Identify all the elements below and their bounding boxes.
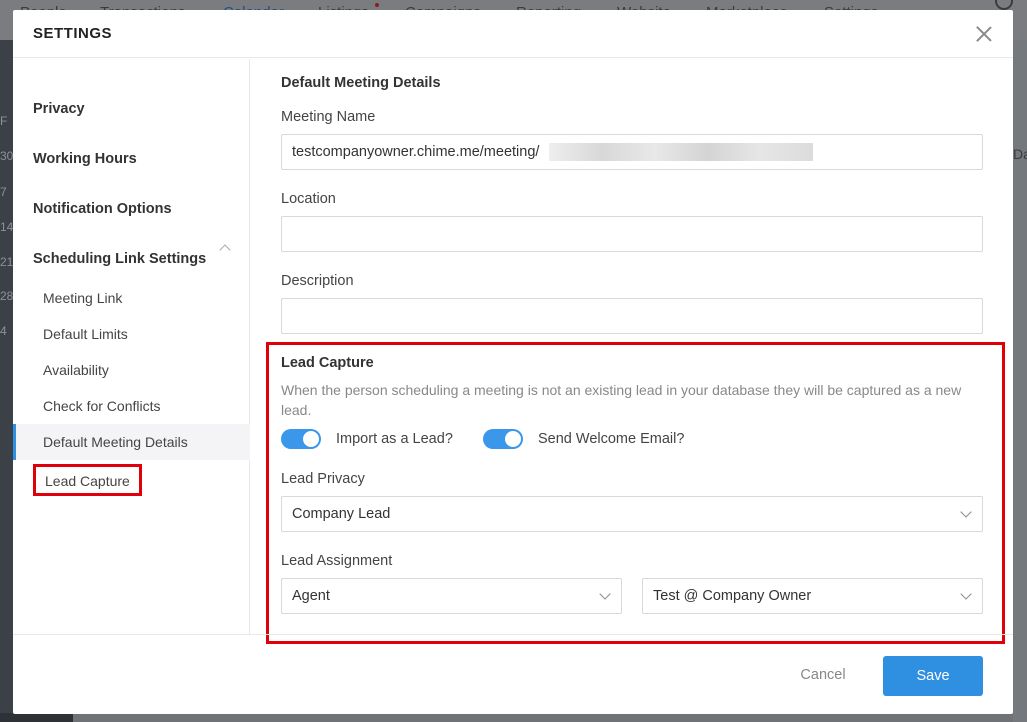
bg-rail-label: F [0, 114, 8, 128]
sidebar-item-privacy[interactable]: Privacy [33, 101, 85, 117]
bg-right-text: Da [1013, 146, 1027, 162]
lead-capture-highlight-box [266, 342, 1005, 644]
background-right-column [1013, 40, 1027, 722]
cancel-button[interactable]: Cancel [777, 663, 869, 687]
meeting-name-label: Meeting Name [281, 109, 376, 125]
background-left-rail: F 30 7 14 21 28 4 [0, 40, 14, 722]
chevron-up-icon [219, 244, 231, 256]
settings-modal: SETTINGS Privacy Working Hours Notificat… [13, 10, 1013, 714]
description-input[interactable] [281, 298, 983, 334]
close-icon[interactable] [973, 23, 995, 45]
bg-rail-label: 7 [0, 185, 7, 199]
section-title-default-meeting-details: Default Meeting Details [281, 75, 441, 91]
location-input[interactable] [281, 216, 983, 252]
modal-title: SETTINGS [33, 25, 113, 42]
sidebar-item-lead-capture[interactable]: Lead Capture [33, 464, 142, 496]
description-label: Description [281, 273, 354, 289]
sidebar-item-availability[interactable]: Availability [13, 352, 250, 388]
redacted-block [549, 143, 813, 161]
bg-rail-label: 30 [0, 149, 14, 163]
sidebar-item-check-for-conflicts[interactable]: Check for Conflicts [13, 388, 250, 424]
bg-rail-label: 21 [0, 255, 14, 269]
sidebar-item-default-limits[interactable]: Default Limits [13, 316, 250, 352]
sidebar-item-scheduling-link-settings[interactable]: Scheduling Link Settings [33, 251, 206, 267]
sidebar-item-default-meeting-details[interactable]: Default Meeting Details [13, 424, 250, 460]
sidebar-item-meeting-link[interactable]: Meeting Link [13, 280, 250, 316]
bg-rail-label: 14 [0, 220, 14, 234]
location-label: Location [281, 191, 336, 207]
sidebar-item-notification-options[interactable]: Notification Options [33, 201, 172, 217]
bg-rail-label: 4 [0, 324, 7, 338]
modal-footer: Cancel Save [13, 634, 1013, 714]
modal-header: SETTINGS [13, 10, 1013, 58]
bg-rail-label: 28 [0, 289, 14, 303]
bg-search-icon [995, 0, 1013, 10]
save-button[interactable]: Save [883, 656, 983, 696]
sidebar-item-working-hours[interactable]: Working Hours [33, 151, 137, 167]
background-bottom-bar [0, 713, 73, 722]
bg-notification-dot [375, 3, 379, 7]
settings-sidebar: Privacy Working Hours Notification Optio… [13, 59, 250, 634]
